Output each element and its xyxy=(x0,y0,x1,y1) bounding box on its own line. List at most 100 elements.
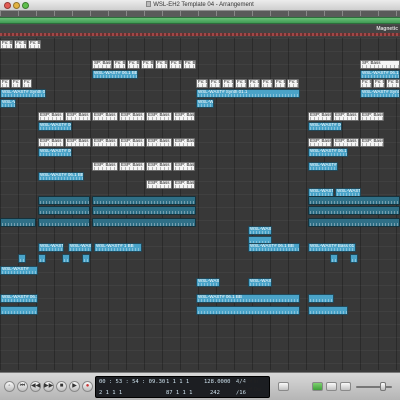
region[interactable]: ESP: Bass 01 xyxy=(119,112,145,121)
region[interactable]: WSL-WAST# Synth 01.1 BB xyxy=(0,89,46,98)
region[interactable]: ESP: Bass 01 xyxy=(92,138,118,147)
region[interactable] xyxy=(38,218,90,227)
region[interactable]: SP: Bass xyxy=(360,60,400,69)
region[interactable] xyxy=(308,294,334,303)
metronome-button[interactable] xyxy=(326,382,337,391)
region[interactable]: ESP: Bass 01 xyxy=(38,138,64,147)
region[interactable]: ESP: Bass 01 xyxy=(65,112,91,121)
region[interactable]: WSL-WAST# 6.1 xyxy=(38,243,64,252)
region[interactable]: Fx: Bs xyxy=(11,79,21,88)
region[interactable] xyxy=(0,218,36,227)
solo-button[interactable] xyxy=(340,382,351,391)
region[interactable]: Fx: Bs xyxy=(14,40,27,49)
region[interactable]: Fx: Bs xyxy=(274,79,286,88)
region[interactable] xyxy=(308,218,400,227)
master-volume-slider[interactable] xyxy=(356,386,392,388)
cycle-region[interactable] xyxy=(0,17,400,24)
region[interactable]: Fx: Bs xyxy=(169,60,182,69)
region[interactable] xyxy=(38,206,90,215)
region[interactable]: WSL-WAST# 06.1 BB xyxy=(308,122,342,131)
region[interactable]: Fx: Bs xyxy=(0,79,10,88)
region[interactable]: WSL-WAST# 1 BB xyxy=(94,243,142,252)
region[interactable]: SP: Bass xyxy=(92,60,112,69)
region[interactable]: Fx: Bs xyxy=(155,60,168,69)
region[interactable]: ESP: Bass 01 xyxy=(333,138,359,147)
region[interactable]: Fx: Bs xyxy=(248,79,260,88)
region[interactable]: WSL-WAST# 06.1 BB xyxy=(308,162,338,171)
region[interactable] xyxy=(196,306,300,315)
region[interactable] xyxy=(62,254,70,263)
stop-button[interactable]: ■ xyxy=(56,381,67,392)
region[interactable]: ESP: Bass 01 xyxy=(146,138,172,147)
region[interactable]: WSL-WAST# 06.1 BB xyxy=(308,148,348,157)
region[interactable]: Fx: Bs xyxy=(287,79,299,88)
region[interactable]: ESP: Bass 01 xyxy=(173,162,195,171)
region[interactable]: ESP: Bass 01 xyxy=(65,138,91,147)
region[interactable]: WSL-WAST# 1.1 xyxy=(196,278,220,287)
region[interactable]: WSL-WAST# 06.1 BB xyxy=(0,294,38,303)
region[interactable]: Fx: Bs xyxy=(28,40,41,49)
region[interactable] xyxy=(18,254,26,263)
rewind-button[interactable]: ◀◀ xyxy=(30,381,41,392)
region[interactable]: ESP: Bass 01 xyxy=(146,180,172,189)
region[interactable]: ESP: Bass 01 xyxy=(92,162,118,171)
region[interactable] xyxy=(350,254,358,263)
region[interactable] xyxy=(0,306,38,315)
region[interactable]: ESP: Bass 01 xyxy=(38,112,64,121)
region[interactable]: Fx: Bs xyxy=(0,40,13,49)
region[interactable]: WSL-WAST# 06.1 BB xyxy=(360,70,400,79)
region[interactable]: WSL-WAST# E5.01 xyxy=(248,278,272,287)
master-volume-knob[interactable] xyxy=(380,382,386,391)
region[interactable]: Fx: Bs xyxy=(235,79,247,88)
region[interactable]: Fx: Bs xyxy=(373,79,385,88)
region[interactable]: Fx: Bs xyxy=(183,60,196,69)
region[interactable]: WSL-WAST# 06.1 BB xyxy=(38,172,84,181)
fast-forward-button[interactable]: ▶▶ xyxy=(43,381,54,392)
region[interactable] xyxy=(330,254,338,263)
region[interactable]: ESP: Bass 01 xyxy=(360,138,384,147)
region[interactable] xyxy=(308,306,348,315)
region[interactable]: WSL-WAST# 06.1 BB xyxy=(248,243,300,252)
region[interactable] xyxy=(308,206,400,215)
region[interactable]: Fx: Bs xyxy=(261,79,273,88)
bar-ruler[interactable]: Magnetic xyxy=(0,11,400,37)
region[interactable]: ESP: Bass 01 xyxy=(92,112,118,121)
sync-button[interactable] xyxy=(278,382,289,391)
region[interactable]: Fx: Bs xyxy=(141,60,154,69)
region[interactable]: WSL-WAST# Bass 01 BB xyxy=(308,243,356,252)
region[interactable]: Fx: Bs xyxy=(360,79,372,88)
cycle-button[interactable] xyxy=(312,382,323,391)
region[interactable]: Fx: Bs xyxy=(196,79,208,88)
region[interactable]: Fx: Bs xyxy=(386,79,400,88)
region[interactable]: ESP: Bass 01 xyxy=(119,162,145,171)
go-to-start-button[interactable]: ⏮ xyxy=(17,381,28,392)
region[interactable]: Fx: Bs xyxy=(113,60,126,69)
low-cpu-button[interactable]: ◦ xyxy=(4,381,15,392)
region[interactable]: ESP: Bass 01 xyxy=(173,138,195,147)
region[interactable]: WSL-WAST# xyxy=(0,266,38,275)
region[interactable]: ESP: Bass 01 xyxy=(146,112,172,121)
region[interactable]: Fx: Bs xyxy=(22,79,32,88)
region[interactable]: ESP: Bass 01 xyxy=(308,138,332,147)
region[interactable]: WSL-WAST# 06.1 BB xyxy=(38,122,72,131)
region[interactable]: ESP: Bass 01 xyxy=(308,112,332,121)
region[interactable] xyxy=(92,206,196,215)
region[interactable]: WSL-WAST# Synth 01.1 xyxy=(196,89,300,98)
region[interactable]: WSL-WAST# Synth 01.1 xyxy=(360,89,400,98)
region[interactable]: Fx: Bs xyxy=(127,60,140,69)
region[interactable] xyxy=(308,196,400,205)
arrange-area[interactable]: Fx: Bs Fx: Bs Fx: Bs SP: Bass Fx: Bs Fx:… xyxy=(0,38,400,370)
region[interactable]: ESP: Bass 01 xyxy=(360,112,384,121)
region[interactable]: WSL-WAST# xyxy=(196,99,214,108)
region[interactable]: ESP: Bass 01 xyxy=(119,138,145,147)
region[interactable] xyxy=(92,218,196,227)
region[interactable]: WSL-WAST# xyxy=(248,226,272,235)
region[interactable]: ESP: Bass 01 xyxy=(146,162,172,171)
record-button[interactable]: ● xyxy=(82,381,93,392)
region[interactable]: ESP: Bass 01 xyxy=(173,180,195,189)
region[interactable] xyxy=(38,196,90,205)
region[interactable] xyxy=(82,254,90,263)
region[interactable]: WSL-WAST# 6.1 xyxy=(68,243,92,252)
region[interactable]: ESP: Bass 01 xyxy=(333,112,359,121)
region[interactable]: ESP: Bass 01 xyxy=(173,112,195,121)
